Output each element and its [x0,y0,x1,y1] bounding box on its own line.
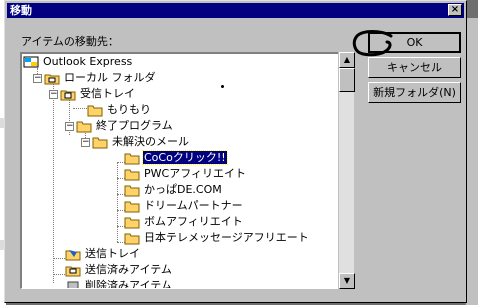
inbox-icon [60,90,76,101]
tree-item-label: CoCoクリック!! [142,150,228,165]
tree-item-label: Outlook Express [43,55,133,68]
tree-item-local-folders[interactable]: ローカル フォルダ [44,70,157,86]
sent-items-icon [65,266,81,277]
tree-item-label: 日本テレメッセージアフリエート [144,231,309,244]
tree-item-label: PWCアフィリエイト [144,167,246,180]
collapse-toggle-finished-programs[interactable]: − [65,122,74,131]
folder-icon [124,185,140,197]
scroll-thumb[interactable] [339,68,355,92]
tree-item-deleted-items[interactable]: 削除済みアイテム [65,278,173,289]
folder-icon [124,201,140,213]
tree-item-finished-programs[interactable]: 終了プログラム [76,118,174,134]
tree-item-outbox[interactable]: 送信トレイ [65,246,141,262]
outlook-express-icon [23,56,39,68]
collapse-toggle-local-folders[interactable]: − [33,74,42,83]
tree-item-label: もりもり [107,103,151,116]
tree-item-cococlick[interactable]: CoCoクリック!! [124,150,228,166]
folder-icon [124,153,140,165]
folder-icon [87,105,103,117]
tree-item-unresolved-mail[interactable]: 未解決のメール [92,134,190,150]
tree-item-sent-items[interactable]: 送信済みアイテム [65,262,173,278]
new-folder-button[interactable]: 新規フォルダ(N) [368,82,461,103]
tree-item-label: 送信トレイ [85,247,140,260]
scroll-down-button[interactable]: ▼ [339,273,355,289]
collapse-toggle-inbox[interactable]: − [49,90,58,99]
tree-item-kappa-de-com[interactable]: かっぱDE.COM [124,182,223,198]
stray-dot [221,85,224,88]
tree-item-label: 削除済みアイテム [85,279,172,289]
tree-item-label: かっぱDE.COM [144,183,222,196]
cancel-button[interactable]: キャンセル [368,57,461,78]
tree-item-bomb-affiliate[interactable]: ボムアフィリエイト [124,214,244,230]
tree-item-outlook-express[interactable]: Outlook Express [23,54,133,70]
collapse-toggle-unresolved-mail[interactable]: − [81,138,90,147]
dialog-title: 移動 [10,4,32,17]
tree-item-label: ローカル フォルダ [64,71,156,84]
tree-item-dream-partner[interactable]: ドリームパートナー [124,198,244,214]
tree-item-morimori[interactable]: もりもり [87,102,152,118]
folder-open-icon [92,137,108,149]
close-button[interactable]: × [448,4,462,16]
tree-item-label: 送信済みアイテム [85,263,172,276]
tree-item-inbox[interactable]: 受信トレイ [60,86,136,102]
tree-item-label: ドリームパートナー [144,199,243,212]
move-dialog: 移動 × アイテムの移動先： − − − − Outlook Express ロ… [4,0,467,303]
tree-item-label: 未解決のメール [112,135,189,148]
local-folders-icon [44,74,60,85]
tree-item-nihon-telemessage[interactable]: 日本テレメッセージアフリエート [124,230,310,246]
hand-drawn-circle-annotation [352,30,393,57]
folder-icon [124,217,140,229]
destination-label: アイテムの移動先： [21,35,119,48]
folder-icon [124,169,140,181]
outbox-icon [65,250,81,261]
folder-open-icon [76,121,92,133]
tree-item-label: 受信トレイ [80,87,135,100]
folder-tree[interactable]: − − − − Outlook Express ローカル フォルダ 受信トレイ … [20,52,340,289]
deleted-items-icon [67,281,79,288]
folder-icon [124,233,140,245]
tree-vertical-scrollbar[interactable]: ▲ ▼ [338,52,355,289]
tree-item-label: ボムアフィリエイト [144,215,243,228]
tree-item-pwc-affiliate[interactable]: PWCアフィリエイト [124,166,247,182]
tree-item-label: 終了プログラム [96,119,173,132]
title-bar: 移動 × [7,3,464,18]
